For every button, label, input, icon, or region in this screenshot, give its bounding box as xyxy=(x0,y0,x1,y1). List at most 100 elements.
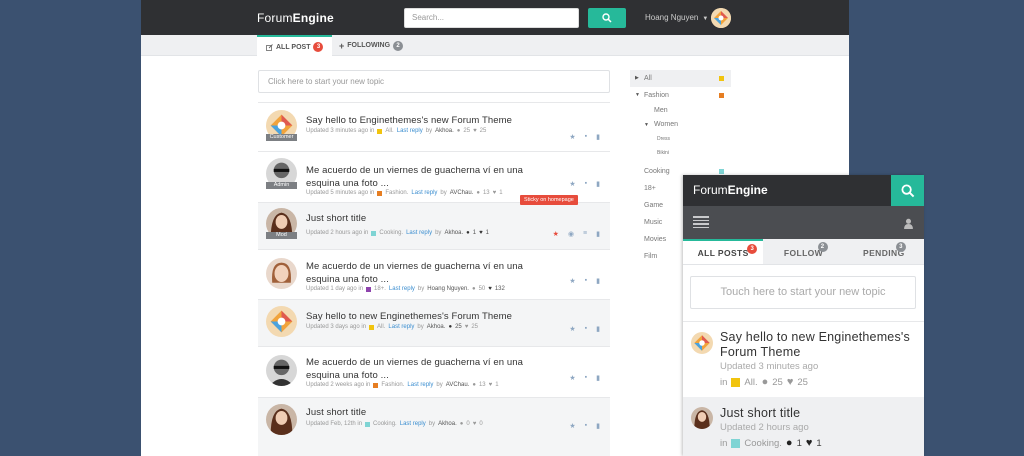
category-color-icon xyxy=(365,421,371,427)
chevron-down-icon: ▼ xyxy=(702,16,709,22)
lock-icon[interactable]: ▪ xyxy=(585,180,587,188)
last-reply-link[interactable]: Last reply xyxy=(407,382,433,388)
thread-row[interactable]: Just short title Updated 2 hours ago in C… xyxy=(683,397,924,456)
avatar xyxy=(266,404,297,435)
new-topic-input[interactable]: Click here to start your new topic xyxy=(258,70,610,93)
lock-icon[interactable]: ▪ xyxy=(585,422,587,430)
thread-updated: Updated 3 minutes ago xyxy=(720,361,819,372)
thread-title[interactable]: Me acuerdo de un viernes de guacherna ví… xyxy=(306,260,556,286)
comment-icon: ● xyxy=(459,421,464,427)
last-reply-link[interactable]: Last reply xyxy=(389,286,415,292)
thread-row[interactable]: Customer Say hello to Enginethemes's new… xyxy=(258,102,610,151)
thread-row[interactable]: Just short title Updated Feb, 12th in Coo… xyxy=(258,397,610,456)
star-icon[interactable]: ★ xyxy=(569,277,575,285)
thread-title[interactable]: Say hello to new Enginethemes's Forum Th… xyxy=(306,310,512,323)
trash-icon[interactable]: ▮ xyxy=(596,277,600,285)
thread-actions: ★ ▪ ▮ xyxy=(569,422,600,430)
site-logo[interactable]: ForumEngine xyxy=(693,183,768,197)
heart-icon: ♥ xyxy=(473,128,477,134)
lock-icon[interactable]: ▪ xyxy=(585,325,587,333)
search-input[interactable]: Search... xyxy=(404,8,579,28)
count-badge: 3 xyxy=(747,244,758,254)
hamburger-menu-icon[interactable] xyxy=(693,216,709,228)
category-item-women[interactable]: ▼ Women xyxy=(630,118,731,132)
last-reply-link[interactable]: Last reply xyxy=(397,128,423,134)
category-item-fashion[interactable]: ▼ Fashion xyxy=(630,87,731,104)
category-item-dress[interactable]: Dress xyxy=(630,132,731,146)
category-item-bikini[interactable]: Bikini xyxy=(630,146,731,160)
heart-icon: ♥ xyxy=(472,421,477,427)
tab-all-posts[interactable]: ALL POSTS 3 xyxy=(683,239,764,264)
thread-meta: in Cooking. ● 1 ♥ 1 xyxy=(720,437,822,449)
category-color-icon xyxy=(369,324,375,330)
thread-meta: Updated 5 minutes ago in Fashion. Last re… xyxy=(306,190,503,196)
count-badge: 2 xyxy=(393,40,404,51)
trash-icon[interactable]: ▮ xyxy=(596,374,600,382)
last-reply-link[interactable]: Last reply xyxy=(411,190,437,196)
mobile-filter-tabs: ALL POSTS 3 FOLLOW 2 PENDING 3 xyxy=(683,239,924,265)
comment-icon: ● xyxy=(471,286,476,292)
thread-title[interactable]: Say hello to new Enginethemes's Forum Th… xyxy=(720,330,915,360)
heart-icon: ♥ xyxy=(464,324,469,330)
star-icon[interactable]: ★ xyxy=(569,422,575,430)
last-reply-link[interactable]: Last reply xyxy=(406,230,432,236)
new-topic-input[interactable]: Touch here to start your new topic xyxy=(690,276,916,309)
star-icon[interactable]: ★ xyxy=(569,374,575,382)
search-icon xyxy=(602,13,612,23)
heart-icon: ♥ xyxy=(479,230,483,236)
trash-icon[interactable]: ▮ xyxy=(596,325,600,333)
tab-pending[interactable]: PENDING 3 xyxy=(844,239,924,264)
count-badge: 2 xyxy=(817,242,828,252)
thread-row[interactable]: Say hello to new Enginethemes's Forum Th… xyxy=(683,321,924,396)
lock-icon[interactable]: ▪ xyxy=(585,374,587,382)
thread-title[interactable]: Just short title xyxy=(306,406,366,419)
thread-meta: Updated 2 hours ago in Cooking. Last repl… xyxy=(306,230,489,236)
user-icon[interactable] xyxy=(903,216,914,234)
thread-title[interactable]: Just short title xyxy=(720,406,800,421)
comment-icon: ● xyxy=(785,437,793,449)
thread-meta: Updated 3 days ago in All. Last reply by Ak… xyxy=(306,324,478,330)
tab-follow[interactable]: FOLLOW 2 xyxy=(763,239,843,264)
star-icon[interactable]: ★ xyxy=(569,180,575,188)
heart-icon: ♥ xyxy=(488,286,492,292)
lock-icon[interactable]: ▪ xyxy=(585,133,587,141)
user-menu[interactable]: Hoang Nguyen ▼ xyxy=(645,13,708,22)
thread-title[interactable]: Me acuerdo de un viernes de guacherna ví… xyxy=(306,356,556,382)
thread-meta: Updated 1 day ago in 18+. Last reply by Hoa… xyxy=(306,286,505,292)
thread-row[interactable]: Mod Sticky on homepage Just short title … xyxy=(258,195,610,249)
thread-row[interactable]: Me acuerdo de un viernes de guacherna ví… xyxy=(258,249,610,299)
star-icon[interactable]: ★ xyxy=(553,230,559,238)
list-icon[interactable]: ≡ xyxy=(583,230,587,238)
last-reply-link[interactable]: Last reply xyxy=(388,324,414,330)
trash-icon[interactable]: ▮ xyxy=(596,422,600,430)
search-button[interactable] xyxy=(891,175,924,206)
heart-icon: ♥ xyxy=(805,437,813,449)
search-icon xyxy=(900,183,914,197)
thread-title[interactable]: Say hello to Enginethemes's new Forum Th… xyxy=(306,114,512,127)
category-color-icon xyxy=(731,438,741,448)
category-color-icon xyxy=(719,76,724,81)
thread-row[interactable]: Me acuerdo de un viernes de guacherna ví… xyxy=(258,346,610,397)
trash-icon[interactable]: ▮ xyxy=(596,180,600,188)
site-logo[interactable]: ForumEngine xyxy=(257,11,334,25)
tab-following[interactable]: + FOLLOWING 2 xyxy=(330,35,412,56)
thread-actions: ★ ▪ ▮ xyxy=(569,133,600,141)
thread-actions: ★ ▪ ▮ xyxy=(569,180,600,188)
search-button[interactable] xyxy=(588,8,626,28)
category-item-men[interactable]: Men xyxy=(630,104,731,118)
heart-icon: ♥ xyxy=(492,190,497,196)
trash-icon[interactable]: ▮ xyxy=(596,133,600,141)
last-reply-link[interactable]: Last reply xyxy=(400,421,426,427)
star-icon[interactable]: ★ xyxy=(569,325,575,333)
star-icon[interactable]: ★ xyxy=(569,133,575,141)
thread-title[interactable]: Just short title xyxy=(306,212,366,225)
thread-title[interactable]: Me acuerdo de un viernes de guacherna ví… xyxy=(306,164,556,190)
tab-all-post[interactable]: ALL POST 3 xyxy=(257,35,333,57)
lock-icon[interactable]: ▪ xyxy=(585,277,587,285)
pin-icon[interactable]: ◉ xyxy=(568,230,574,238)
trash-icon[interactable]: ▮ xyxy=(596,230,600,238)
category-item-all[interactable]: ▶ All xyxy=(630,70,731,87)
sticky-tooltip: Sticky on homepage xyxy=(520,195,578,205)
avatar[interactable] xyxy=(711,8,731,28)
thread-row[interactable]: Say hello to new Enginethemes's Forum Th… xyxy=(258,299,610,346)
